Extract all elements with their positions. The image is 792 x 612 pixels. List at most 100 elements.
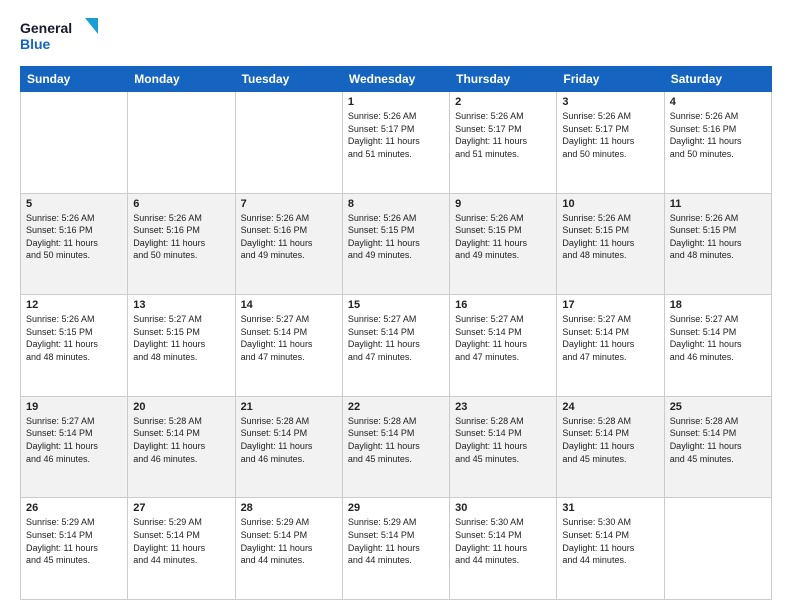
day-number: 24	[562, 401, 658, 413]
day-number: 21	[241, 401, 337, 413]
day-info: Sunrise: 5:26 AM Sunset: 5:17 PM Dayligh…	[562, 110, 658, 160]
day-number: 3	[562, 96, 658, 108]
calendar-cell: 30Sunrise: 5:30 AM Sunset: 5:14 PM Dayli…	[450, 498, 557, 600]
day-info: Sunrise: 5:29 AM Sunset: 5:14 PM Dayligh…	[133, 516, 229, 566]
calendar-header-cell: Wednesday	[342, 67, 449, 92]
calendar-cell: 6 Sunrise: 5:26 AM Sunset: 5:16 PM Daylig…	[128, 193, 235, 295]
day-info: Sunrise: 5:26 AM Sunset: 5:16 PM Dayligh…	[241, 212, 337, 262]
calendar-cell: 21 Sunrise: 5:28 AM Sunset: 5:14 PM Dayli…	[235, 396, 342, 498]
calendar-cell	[235, 92, 342, 194]
calendar-cell: 11 Sunrise: 5:26 AM Sunset: 5:15 PM Dayli…	[664, 193, 771, 295]
day-number: 16	[455, 299, 551, 311]
day-info: Sunrise: 5:26 AM Sunset: 5:15 PM Dayligh…	[670, 212, 766, 262]
day-info: Sunrise: 5:27 AM Sunset: 5:14 PM Dayligh…	[241, 313, 337, 363]
day-info: Sunrise: 5:28 AM Sunset: 5:14 PM Dayligh…	[455, 415, 551, 465]
svg-text:Blue: Blue	[20, 36, 51, 52]
day-number: 18	[670, 299, 766, 311]
day-info: Sunrise: 5:28 AM Sunset: 5:14 PM Dayligh…	[348, 415, 444, 465]
calendar-week-row: 19 Sunrise: 5:27 AM Sunset: 5:14 PM Dayli…	[21, 396, 772, 498]
day-number: 22	[348, 401, 444, 413]
day-number: 25	[670, 401, 766, 413]
day-info: Sunrise: 5:28 AM Sunset: 5:14 PM Dayligh…	[133, 415, 229, 465]
day-info: Sunrise: 5:30 AM Sunset: 5:14 PM Dayligh…	[562, 516, 658, 566]
day-number: 10	[562, 198, 658, 210]
day-info: Sunrise: 5:27 AM Sunset: 5:14 PM Dayligh…	[562, 313, 658, 363]
day-number: 5	[26, 198, 122, 210]
svg-text:General: General	[20, 20, 72, 36]
day-info: Sunrise: 5:29 AM Sunset: 5:14 PM Dayligh…	[26, 516, 122, 566]
day-info: Sunrise: 5:26 AM Sunset: 5:17 PM Dayligh…	[455, 110, 551, 160]
calendar-body: 1 Sunrise: 5:26 AM Sunset: 5:17 PM Daylig…	[21, 92, 772, 600]
day-info: Sunrise: 5:26 AM Sunset: 5:16 PM Dayligh…	[133, 212, 229, 262]
day-info: Sunrise: 5:26 AM Sunset: 5:15 PM Dayligh…	[455, 212, 551, 262]
day-number: 17	[562, 299, 658, 311]
day-info: Sunrise: 5:26 AM Sunset: 5:16 PM Dayligh…	[670, 110, 766, 160]
calendar-header-cell: Friday	[557, 67, 664, 92]
calendar-cell: 5 Sunrise: 5:26 AM Sunset: 5:16 PM Daylig…	[21, 193, 128, 295]
day-info: Sunrise: 5:26 AM Sunset: 5:15 PM Dayligh…	[348, 212, 444, 262]
day-number: 30	[455, 502, 551, 514]
calendar-week-row: 26 Sunrise: 5:29 AM Sunset: 5:14 PM Dayli…	[21, 498, 772, 600]
day-info: Sunrise: 5:27 AM Sunset: 5:14 PM Dayligh…	[26, 415, 122, 465]
day-info: Sunrise: 5:26 AM Sunset: 5:16 PM Dayligh…	[26, 212, 122, 262]
calendar-cell: 13Sunrise: 5:27 AM Sunset: 5:15 PM Dayli…	[128, 295, 235, 397]
day-number: 23	[455, 401, 551, 413]
calendar-cell: 7 Sunrise: 5:26 AM Sunset: 5:16 PM Daylig…	[235, 193, 342, 295]
day-info: Sunrise: 5:26 AM Sunset: 5:17 PM Dayligh…	[348, 110, 444, 160]
calendar-cell: 22 Sunrise: 5:28 AM Sunset: 5:14 PM Dayli…	[342, 396, 449, 498]
calendar-cell: 29 Sunrise: 5:29 AM Sunset: 5:14 PM Dayli…	[342, 498, 449, 600]
calendar-cell: 20 Sunrise: 5:28 AM Sunset: 5:14 PM Dayli…	[128, 396, 235, 498]
calendar-cell: 27 Sunrise: 5:29 AM Sunset: 5:14 PM Dayli…	[128, 498, 235, 600]
day-info: Sunrise: 5:26 AM Sunset: 5:15 PM Dayligh…	[562, 212, 658, 262]
calendar-cell	[664, 498, 771, 600]
calendar-header-cell: Tuesday	[235, 67, 342, 92]
day-info: Sunrise: 5:27 AM Sunset: 5:14 PM Dayligh…	[455, 313, 551, 363]
day-info: Sunrise: 5:27 AM Sunset: 5:14 PM Dayligh…	[348, 313, 444, 363]
day-number: 2	[455, 96, 551, 108]
day-number: 7	[241, 198, 337, 210]
day-info: Sunrise: 5:27 AM Sunset: 5:14 PM Dayligh…	[670, 313, 766, 363]
calendar-cell: 15Sunrise: 5:27 AM Sunset: 5:14 PM Dayli…	[342, 295, 449, 397]
calendar-header-cell: Monday	[128, 67, 235, 92]
day-number: 12	[26, 299, 122, 311]
calendar-week-row: 1 Sunrise: 5:26 AM Sunset: 5:17 PM Daylig…	[21, 92, 772, 194]
calendar-cell: 28Sunrise: 5:29 AM Sunset: 5:14 PM Dayli…	[235, 498, 342, 600]
day-info: Sunrise: 5:28 AM Sunset: 5:14 PM Dayligh…	[241, 415, 337, 465]
day-number: 31	[562, 502, 658, 514]
calendar-cell: 8Sunrise: 5:26 AM Sunset: 5:15 PM Daylig…	[342, 193, 449, 295]
day-info: Sunrise: 5:28 AM Sunset: 5:14 PM Dayligh…	[562, 415, 658, 465]
calendar-table: SundayMondayTuesdayWednesdayThursdayFrid…	[20, 66, 772, 600]
day-number: 11	[670, 198, 766, 210]
day-info: Sunrise: 5:28 AM Sunset: 5:14 PM Dayligh…	[670, 415, 766, 465]
day-number: 26	[26, 502, 122, 514]
day-info: Sunrise: 5:29 AM Sunset: 5:14 PM Dayligh…	[348, 516, 444, 566]
calendar-header-cell: Saturday	[664, 67, 771, 92]
calendar-cell: 14Sunrise: 5:27 AM Sunset: 5:14 PM Dayli…	[235, 295, 342, 397]
calendar-header-cell: Sunday	[21, 67, 128, 92]
calendar-cell: 26 Sunrise: 5:29 AM Sunset: 5:14 PM Dayli…	[21, 498, 128, 600]
calendar-cell: 25 Sunrise: 5:28 AM Sunset: 5:14 PM Dayli…	[664, 396, 771, 498]
calendar-cell: 10 Sunrise: 5:26 AM Sunset: 5:15 PM Dayli…	[557, 193, 664, 295]
calendar-header-row: SundayMondayTuesdayWednesdayThursdayFrid…	[21, 67, 772, 92]
day-info: Sunrise: 5:29 AM Sunset: 5:14 PM Dayligh…	[241, 516, 337, 566]
day-number: 9	[455, 198, 551, 210]
calendar-cell	[128, 92, 235, 194]
calendar-cell: 17 Sunrise: 5:27 AM Sunset: 5:14 PM Dayli…	[557, 295, 664, 397]
day-number: 6	[133, 198, 229, 210]
calendar-cell: 19 Sunrise: 5:27 AM Sunset: 5:14 PM Dayli…	[21, 396, 128, 498]
day-info: Sunrise: 5:26 AM Sunset: 5:15 PM Dayligh…	[26, 313, 122, 363]
header: General Blue	[20, 16, 772, 56]
calendar-week-row: 12 Sunrise: 5:26 AM Sunset: 5:15 PM Dayli…	[21, 295, 772, 397]
day-number: 27	[133, 502, 229, 514]
calendar-cell: 18 Sunrise: 5:27 AM Sunset: 5:14 PM Dayli…	[664, 295, 771, 397]
page: General Blue SundayMondayTuesdayWednesda…	[0, 0, 792, 612]
day-number: 4	[670, 96, 766, 108]
day-number: 1	[348, 96, 444, 108]
day-number: 19	[26, 401, 122, 413]
calendar-cell: 23 Sunrise: 5:28 AM Sunset: 5:14 PM Dayli…	[450, 396, 557, 498]
day-number: 29	[348, 502, 444, 514]
calendar-cell: 1 Sunrise: 5:26 AM Sunset: 5:17 PM Daylig…	[342, 92, 449, 194]
day-number: 20	[133, 401, 229, 413]
calendar-cell: 16 Sunrise: 5:27 AM Sunset: 5:14 PM Dayli…	[450, 295, 557, 397]
calendar-cell: 2 Sunrise: 5:26 AM Sunset: 5:17 PM Daylig…	[450, 92, 557, 194]
